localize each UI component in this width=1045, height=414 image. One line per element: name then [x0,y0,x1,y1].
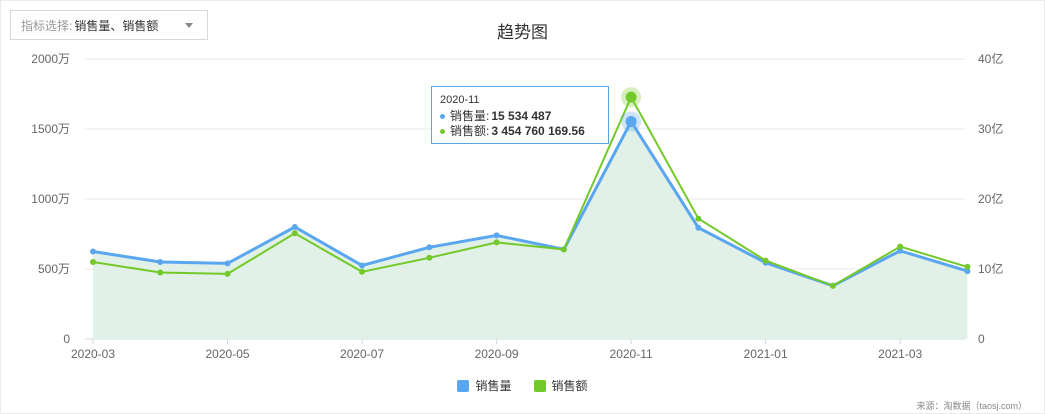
data-point [695,224,702,231]
tooltip-row-amount: 销售额: 3 454 760 169.56 [440,124,600,139]
x-tick-label: 2020-09 [475,347,519,361]
y-right-tick-label: 0 [978,332,985,346]
legend-swatch-icon [457,379,470,392]
chart-tooltip: 2020-11 销售量: 15 534 487 销售额: 3 454 760 1… [431,86,609,144]
x-tick-label: 2020-11 [610,347,653,361]
data-point-active [625,116,637,128]
data-point [695,215,702,222]
y-right-tick-label: 30亿 [978,121,1003,136]
tooltip-row-volume: 销售量: 15 534 487 [440,109,600,124]
data-point [224,260,231,267]
x-tick-label: 2020-07 [340,347,384,361]
data-point [560,246,567,253]
tooltip-label: 销售量: [450,109,490,123]
x-tick-label: 2020-03 [71,347,115,361]
data-point [829,282,836,289]
data-source: 来源：淘数据（taosj.com） [916,401,1027,411]
y-left-tick-label: 1000万 [31,192,70,206]
trend-chart[interactable]: 0 0 500万 10亿 1000万 20亿 1500万 30亿 2000万 40亿 2020-03… [0,0,1045,414]
x-tick-label: 2021-03 [878,347,922,361]
y-left-tick-label: 1500万 [31,122,70,136]
series-area-volume [93,121,968,339]
series-dot-icon [440,114,445,119]
data-point [157,269,164,276]
tooltip-label: 销售额: [450,124,490,138]
data-point [762,257,769,264]
tooltip-value: 15 534 487 [491,109,552,123]
y-right-tick-label: 10亿 [978,261,1003,276]
data-point-active [625,91,637,103]
legend-swatch-icon [533,379,546,392]
data-point [291,224,298,230]
y-left-tick-label: 2000万 [31,52,70,66]
data-point [359,262,366,269]
y-right-tick-label: 40亿 [978,51,1003,66]
data-point [157,259,164,265]
data-point [426,254,433,261]
data-point [493,239,500,246]
data-point [224,270,231,277]
y-left-tick-label: 500万 [38,262,70,276]
y-left-tick-label: 0 [63,332,70,346]
data-point [897,243,904,250]
legend-item-amount[interactable]: 销售额 [533,377,588,394]
data-point [291,230,298,237]
legend-item-volume[interactable]: 销售量 [457,377,512,394]
data-point [493,232,500,239]
data-point [964,263,971,270]
data-point [359,268,366,275]
data-point [90,259,96,265]
series-dot-icon [440,129,445,134]
y-right-tick-label: 20亿 [978,191,1003,206]
tooltip-value: 3 454 760 169.56 [491,124,585,138]
chart-legend: 销售量 销售额 [0,377,1045,394]
x-tick-label: 2020-05 [206,347,250,361]
x-tick-label: 2021-01 [744,347,788,361]
legend-label: 销售量 [475,379,512,393]
legend-label: 销售额 [551,379,588,393]
data-point [426,244,433,251]
tooltip-date: 2020-11 [440,94,480,106]
data-point [90,248,96,255]
